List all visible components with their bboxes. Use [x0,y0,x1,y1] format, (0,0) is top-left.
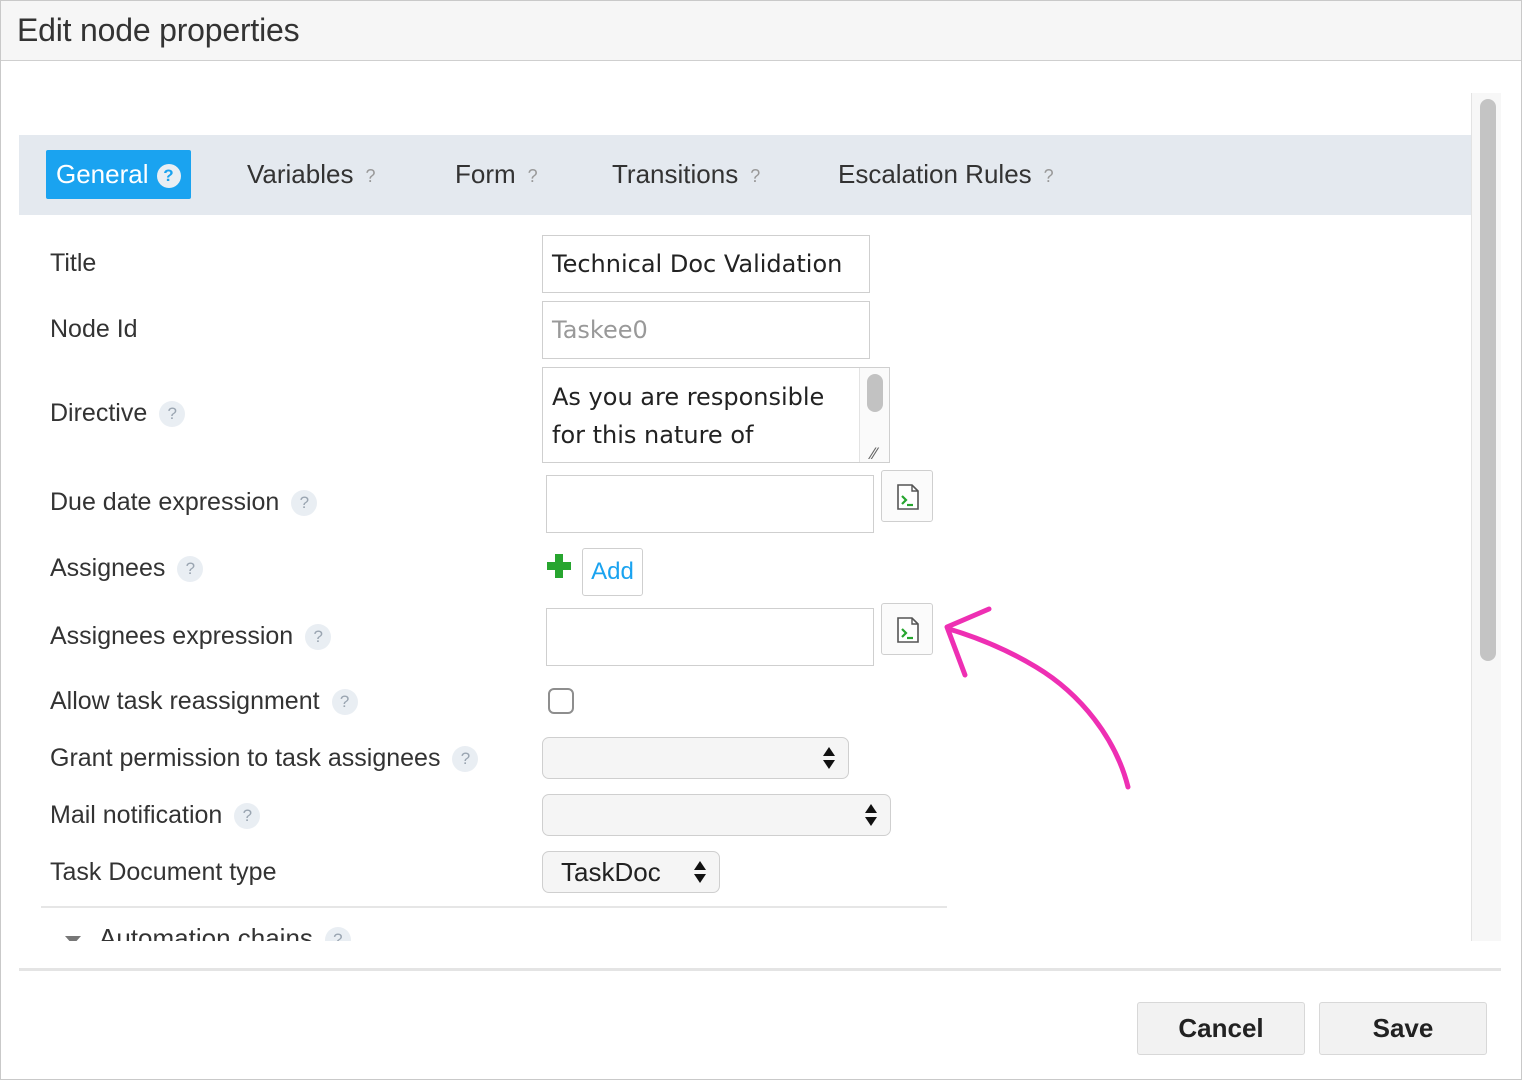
tab-general[interactable]: General? [46,150,191,199]
resize-grip-icon[interactable]: ⁄⁄ [871,446,887,462]
title-input[interactable]: Technical Doc Validation [542,235,870,293]
textarea-scrollbar[interactable]: ⁄⁄ [859,368,889,462]
due-date-expression-label-text: Due date expression [50,488,280,516]
dialog-header: Edit node properties [1,1,1521,61]
directive-label: Directive? [50,399,186,428]
tab-bar: General? Variables? Form? Transitions? E… [19,135,1471,215]
select-arrows-icon [823,747,835,769]
assignees-expression-input[interactable] [546,608,874,666]
help-icon[interactable]: ? [1044,152,1054,201]
help-icon[interactable]: ? [324,927,351,941]
dialog-scrollbar[interactable] [1471,93,1501,941]
task-doc-type-label: Task Document type [50,858,277,886]
mail-notification-label: Mail notification? [50,801,261,830]
dialog-body: General? Variables? Form? Transitions? E… [19,135,1471,941]
help-icon[interactable]: ? [750,152,760,201]
automation-chains-section-toggle[interactable]: Automation chains? [65,923,351,941]
allow-reassignment-label-text: Allow task reassignment [50,687,320,715]
section-divider [41,906,947,908]
task-doc-type-value: TaskDoc [561,857,661,887]
node-id-input[interactable]: Taskee0 [542,301,870,359]
tab-label: General [56,159,149,189]
dialog-title: Edit node properties [17,12,300,48]
mail-notification-label-text: Mail notification [50,801,223,829]
assignees-expression-editor-button[interactable] [881,603,933,655]
dialog-scroll-thumb[interactable] [1480,99,1496,661]
select-arrows-icon [694,861,706,883]
help-icon[interactable]: ? [365,152,375,201]
directive-text: As you are responsible for this nature o… [552,383,825,449]
grant-permission-select[interactable] [542,737,849,779]
title-label: Title [50,249,97,277]
edit-node-properties-dialog: Edit node properties General? Variables?… [0,0,1522,1080]
expression-editor-icon [897,484,919,510]
collapse-triangle-icon [65,935,81,941]
directive-textarea[interactable]: As you are responsible for this nature o… [542,367,890,463]
assignees-expression-label: Assignees expression? [50,622,332,651]
assignees-label-text: Assignees [50,554,166,582]
footer-divider [19,968,1501,971]
allow-reassignment-label: Allow task reassignment? [50,687,358,716]
plus-icon[interactable] [546,553,572,579]
grant-permission-label: Grant permission to task assignees? [50,744,479,773]
assignees-expression-label-text: Assignees expression [50,622,294,650]
tab-label: Escalation Rules [838,159,1032,189]
save-button[interactable]: Save [1319,1002,1487,1055]
help-icon[interactable]: ? [156,164,181,189]
automation-chains-label: Automation chains [99,923,313,941]
tab-label: Transitions [612,159,739,189]
task-doc-type-select[interactable]: TaskDoc [542,851,720,893]
expression-editor-icon [897,617,919,643]
help-icon[interactable]: ? [234,803,261,830]
help-icon[interactable]: ? [452,746,479,773]
help-icon[interactable]: ? [305,624,332,651]
textarea-scroll-thumb[interactable] [867,374,883,412]
due-date-expression-editor-button[interactable] [881,470,933,522]
add-assignee-button[interactable]: Add [582,548,643,596]
tab-escalation-rules[interactable]: Escalation Rules? [828,150,1064,199]
tab-variables[interactable]: Variables? [237,150,385,199]
select-arrows-icon [865,804,877,826]
assignees-label: Assignees? [50,554,204,583]
annotation-arrow-icon [944,606,1131,790]
directive-label-text: Directive [50,399,148,427]
grant-permission-label-text: Grant permission to task assignees [50,744,441,772]
cancel-button[interactable]: Cancel [1137,1002,1305,1055]
due-date-expression-label: Due date expression? [50,488,318,517]
tab-transitions[interactable]: Transitions? [602,150,770,199]
tab-label: Form [455,159,516,189]
due-date-expression-input[interactable] [546,475,874,533]
help-icon[interactable]: ? [159,401,186,428]
help-icon[interactable]: ? [291,490,318,517]
help-icon[interactable]: ? [528,152,538,201]
mail-notification-select[interactable] [542,794,891,836]
tab-label: Variables [247,159,354,189]
tab-form[interactable]: Form? [445,150,548,199]
help-icon[interactable]: ? [177,556,204,583]
allow-reassignment-checkbox[interactable] [548,688,574,714]
node-id-label: Node Id [50,315,138,343]
help-icon[interactable]: ? [331,689,358,716]
